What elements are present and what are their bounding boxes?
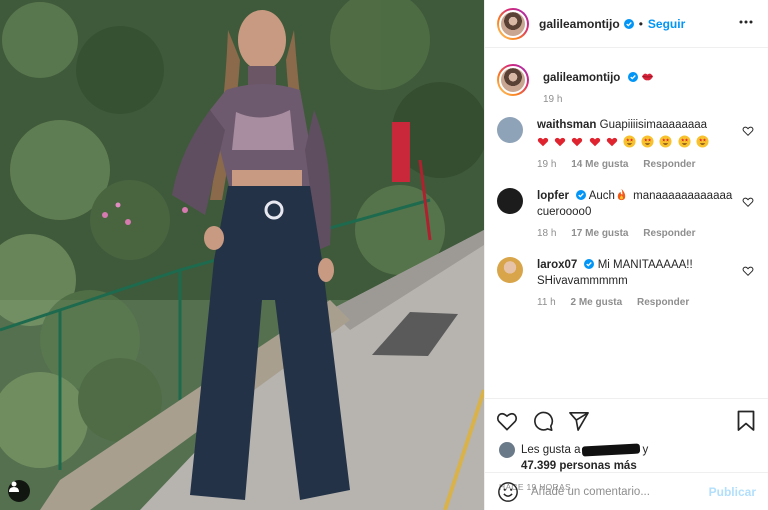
bookmark-icon: [737, 410, 755, 431]
star-eyes-emoji-icon: ★ ★: [641, 135, 654, 148]
redacted-username: [582, 443, 641, 457]
emoji-picker-button[interactable]: [497, 481, 519, 503]
comment-item: larox07 Mi MANITAAAAA!! SHivavammmmm 11 …: [497, 257, 754, 308]
comment-emojis: ★ ★ ★ ★ ★ ★ ★ ★ ★ ★: [537, 135, 711, 151]
comment-time[interactable]: 18 h: [537, 228, 556, 239]
verified-badge-icon: [627, 72, 638, 82]
like-comment-heart-icon[interactable]: [742, 196, 754, 208]
comment-item: waithsman Guapiiiisimaaaaaaaa ★ ★ ★ ★ ★ ★ ★…: [497, 117, 754, 170]
paper-plane-icon: [569, 411, 589, 431]
comment-likes[interactable]: 17 Me gusta: [571, 228, 628, 239]
comment-likes[interactable]: 2 Me gusta: [571, 297, 623, 308]
caption-time[interactable]: 19 h: [543, 94, 562, 105]
comments-list: galileamontijo 19 h waithsman Guapiiiisi…: [485, 48, 768, 398]
separator-dot: •: [638, 16, 643, 31]
author-avatar[interactable]: [497, 7, 529, 40]
caption-avatar[interactable]: [497, 64, 529, 96]
ellipsis-icon: [739, 20, 753, 24]
comment-likes[interactable]: 14 Me gusta: [571, 159, 628, 170]
verified-badge-icon: [584, 259, 595, 269]
comment-username[interactable]: lopfer: [537, 190, 569, 202]
comment-item: lopfer Auch manaaaaaaaaaaaa cueroooo0 18…: [497, 188, 754, 239]
verified-badge-icon: [576, 190, 587, 200]
reply-button[interactable]: Responder: [643, 159, 695, 170]
more-options-button[interactable]: [738, 14, 754, 30]
red-heart-emoji-icon: [589, 137, 600, 147]
lips-emoji-icon: [641, 73, 653, 81]
post-sidebar: galileamontijo • Seguir galileamontijo 1…: [484, 0, 768, 510]
comment-text: Guapiiiisimaaaaaaaa: [599, 119, 708, 131]
liker-avatar[interactable]: [499, 442, 515, 458]
tag-people-button[interactable]: [8, 480, 30, 502]
follow-button[interactable]: Seguir: [648, 17, 685, 31]
likes-summary: Les gusta a y 47.399 personas más: [485, 442, 768, 472]
post-header: galileamontijo • Seguir: [485, 0, 768, 48]
comment-bubble-icon: [534, 411, 554, 431]
red-heart-emoji-icon: [572, 137, 583, 147]
author-username[interactable]: galileamontijo: [539, 17, 620, 31]
star-eyes-emoji-icon: ★ ★: [659, 135, 672, 148]
red-heart-emoji-icon: [537, 137, 549, 147]
comment-text-before: Auch: [588, 190, 615, 202]
fire-emoji-icon: [617, 188, 626, 201]
comment-avatar[interactable]: [497, 257, 523, 283]
comment-avatar[interactable]: [497, 117, 523, 143]
heart-icon: [496, 412, 518, 431]
photo-illustration: [0, 0, 484, 510]
red-heart-emoji-icon: [555, 137, 566, 147]
caption-username[interactable]: galileamontijo: [543, 72, 620, 84]
like-comment-heart-icon[interactable]: [742, 265, 754, 277]
caption: galileamontijo 19 h: [497, 64, 754, 105]
share-button[interactable]: [567, 409, 591, 433]
instagram-post: galileamontijo • Seguir galileamontijo 1…: [0, 0, 768, 510]
verified-badge-icon: [623, 18, 634, 29]
comment-input[interactable]: Añade un comentario...: [531, 486, 709, 498]
reply-button[interactable]: Responder: [643, 228, 695, 239]
likes-count[interactable]: 47.399 personas más: [499, 460, 754, 472]
comment-username[interactable]: waithsman: [537, 119, 596, 131]
action-bar: [485, 398, 768, 442]
red-heart-emoji-icon: [606, 137, 618, 147]
comment-avatar[interactable]: [497, 188, 523, 214]
likes-prefix: Les gusta a: [521, 444, 581, 456]
star-eyes-emoji-icon: ★ ★: [623, 135, 636, 148]
likes-suffix: y: [642, 444, 649, 456]
smiley-icon: [498, 481, 518, 502]
post-photo[interactable]: [0, 0, 484, 510]
reply-button[interactable]: Responder: [637, 297, 689, 308]
star-eyes-emoji-icon: ★ ★: [696, 135, 709, 148]
like-button[interactable]: [495, 409, 519, 433]
person-icon: [9, 481, 19, 492]
add-comment-bar: Añade un comentario... Publicar: [485, 472, 768, 510]
comment-time[interactable]: 11 h: [537, 297, 556, 308]
star-eyes-emoji-icon: ★ ★: [678, 135, 691, 148]
comment-time[interactable]: 19 h: [537, 159, 556, 170]
comment-button[interactable]: [531, 409, 555, 433]
comment-username[interactable]: larox07: [537, 259, 577, 271]
save-button[interactable]: [734, 409, 758, 433]
like-comment-heart-icon[interactable]: [742, 125, 754, 137]
publish-button[interactable]: Publicar: [709, 485, 756, 499]
